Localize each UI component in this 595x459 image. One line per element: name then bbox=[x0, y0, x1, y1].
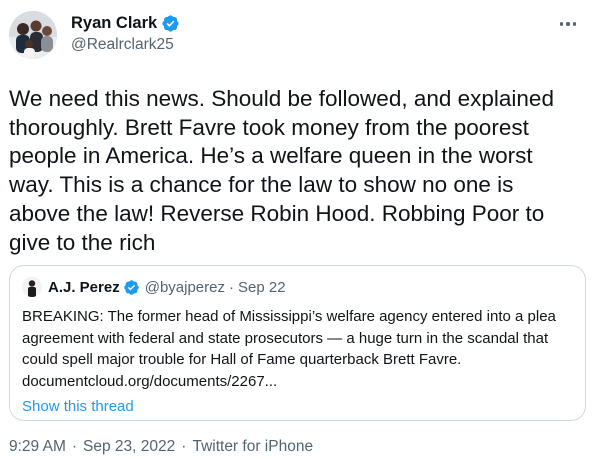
meta-separator: · bbox=[71, 438, 78, 455]
show-thread-link[interactable]: Show this thread bbox=[22, 398, 573, 415]
quoted-author-handle[interactable]: @byajperez bbox=[145, 279, 225, 296]
author-display-name[interactable]: Ryan Clark bbox=[71, 14, 157, 33]
quoted-tweet-header: A.J. Perez @byajperez · Sep 22 bbox=[22, 277, 573, 297]
quoted-tweet[interactable]: A.J. Perez @byajperez · Sep 22 BREAKING:… bbox=[9, 265, 586, 421]
tweet-time[interactable]: 9:29 AM bbox=[9, 438, 66, 456]
quoted-separator: · bbox=[229, 278, 234, 296]
more-horizontal-icon bbox=[560, 22, 564, 26]
quoted-author-name[interactable]: A.J. Perez bbox=[48, 279, 120, 296]
author-avatar[interactable] bbox=[9, 11, 57, 59]
verified-badge-icon bbox=[123, 279, 140, 296]
quoted-tweet-date[interactable]: Sep 22 bbox=[238, 279, 286, 296]
quoted-author-avatar bbox=[22, 277, 42, 297]
quoted-tweet-text: BREAKING: The former head of Mississippi… bbox=[22, 308, 556, 390]
author-handle[interactable]: @Realrclark25 bbox=[71, 36, 180, 54]
author-info: Ryan Clark @Realrclark25 bbox=[71, 13, 180, 54]
tweet-text: We need this news. Should be followed, a… bbox=[9, 86, 554, 255]
tweet-date[interactable]: Sep 23, 2022 bbox=[83, 438, 175, 456]
tweet-source[interactable]: Twitter for iPhone bbox=[192, 438, 313, 456]
author-name-row: Ryan Clark bbox=[71, 13, 180, 33]
meta-separator: · bbox=[181, 438, 187, 455]
tweet-metadata: 9:29 AM · Sep 23, 2022 · Twitter for iPh… bbox=[9, 438, 313, 456]
more-options-button[interactable] bbox=[555, 16, 581, 32]
verified-badge-icon bbox=[161, 14, 180, 33]
